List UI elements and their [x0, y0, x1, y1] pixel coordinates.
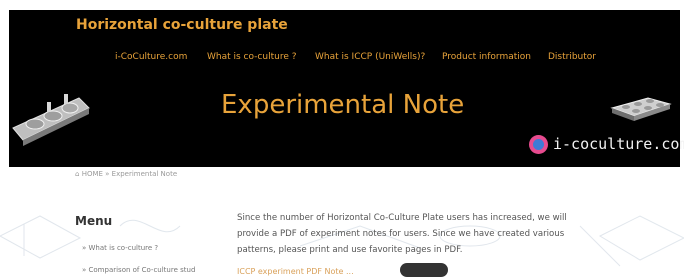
sidebar-item-comparison[interactable]: » Comparison of Co-culture stud — [82, 266, 195, 274]
breadcrumb: ⌂ HOME » Experimental Note — [75, 170, 177, 178]
hero-title: Experimental Note — [221, 90, 465, 120]
pdf-note-link[interactable]: ICCP experiment PDF Note ... — [237, 267, 354, 276]
nav-item-home[interactable]: i-CoCulture.com — [115, 52, 187, 62]
home-icon[interactable]: ⌂ — [75, 170, 79, 178]
iccp-logo-icon — [529, 135, 548, 154]
intro-paragraph: Since the number of Horizontal Co-Cultur… — [237, 213, 567, 255]
breadcrumb-text[interactable]: HOME » Experimental Note — [82, 170, 177, 178]
sidebar-item-what-is-co-culture[interactable]: » What is co-culture ? — [82, 244, 158, 252]
download-pdf-button[interactable]: ​ — [400, 263, 448, 277]
nav-item-what-is-co-culture[interactable]: What is co-culture ? — [207, 52, 297, 62]
main-nav: i-CoCulture.com What is co-culture ? Wha… — [9, 52, 680, 66]
site-title[interactable]: Horizontal co-culture plate — [76, 17, 288, 33]
site-header: Horizontal co-culture plate i-CoCulture.… — [9, 10, 684, 167]
nav-item-what-is-iccp[interactable]: What is ICCP (UniWells)? — [315, 52, 425, 62]
sidebar-menu-title: Menu — [75, 214, 113, 228]
brand-text: i-coculture.com — [553, 135, 684, 153]
multiwell-plate-image — [610, 97, 672, 121]
nav-item-product-information[interactable]: Product information — [442, 52, 531, 62]
co-culture-plate-image — [12, 94, 90, 146]
nav-item-distributor[interactable]: Distributor — [548, 52, 596, 62]
